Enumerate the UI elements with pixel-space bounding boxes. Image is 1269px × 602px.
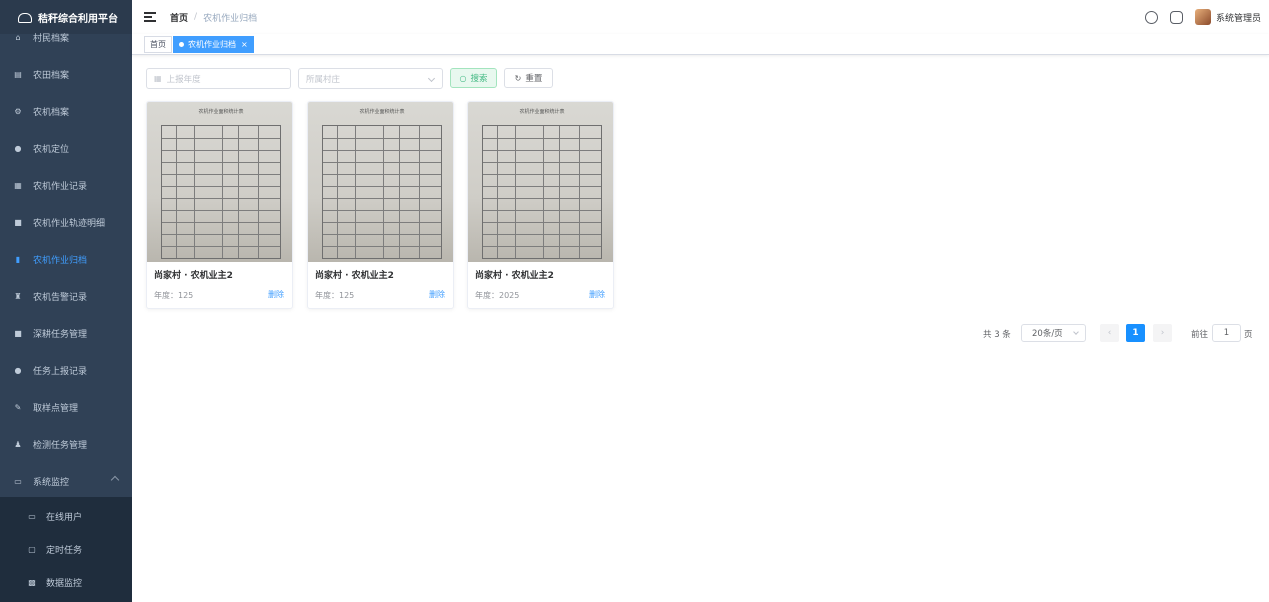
theme-icon[interactable]	[1144, 10, 1158, 24]
active-dot-icon	[179, 42, 184, 47]
username[interactable]: 系统管理员	[1216, 11, 1261, 24]
breadcrumb: 首页 / 农机作业归档	[170, 11, 257, 24]
avatar[interactable]	[1194, 9, 1211, 25]
sidebar-submenu: ▭ 在线用户 ▢ 定时任务 ▩ 数据监控	[0, 497, 132, 602]
page-number-current[interactable]: 1	[1126, 324, 1145, 342]
card-year: 年度：2025	[475, 291, 520, 300]
goto-label: 前往	[1191, 330, 1209, 340]
timer-icon: ▢	[28, 544, 36, 554]
card-title: 尚家村 · 农机业主2	[154, 271, 233, 281]
sidebar-item-villager[interactable]: ⌂ 村民档案	[0, 22, 132, 52]
breadcrumb-current: 农机作业归档	[203, 13, 258, 24]
search-icon: ○	[459, 73, 467, 83]
delete-link[interactable]: 删除	[429, 289, 445, 300]
chevron-up-icon	[110, 475, 120, 485]
archive-image[interactable]: 农机作业面积统计表	[147, 102, 292, 262]
report-icon: ●	[14, 365, 22, 375]
sidebar-item-farmland[interactable]: ▤ 农田档案	[0, 59, 132, 89]
sidebar-item-work-record[interactable]: ▦ 农机作业记录	[0, 170, 132, 200]
sidebar-item-sample[interactable]: ✎ 取样点管理	[0, 392, 132, 422]
delete-link[interactable]: 删除	[268, 289, 284, 300]
search-button[interactable]: ○ 搜索	[450, 68, 497, 88]
refresh-icon: ↻	[514, 73, 522, 83]
delete-link[interactable]: 删除	[589, 289, 605, 300]
top-navbar: 首页 / 农机作业归档 系统管理员	[132, 0, 1269, 34]
sidebar-item-alarm[interactable]: ♜ 农机告警记录	[0, 281, 132, 311]
sidebar-item-location[interactable]: ● 农机定位	[0, 133, 132, 163]
card-title: 尚家村 · 农机业主2	[475, 271, 554, 281]
fullscreen-icon[interactable]	[1169, 10, 1183, 24]
prev-page-button[interactable]: ‹	[1100, 324, 1119, 342]
hamburger-icon[interactable]	[144, 12, 156, 22]
next-page-button[interactable]: ›	[1153, 324, 1172, 342]
sidebar-item-detect[interactable]: ♟ 检测任务管理	[0, 429, 132, 459]
detect-icon: ♟	[14, 439, 22, 449]
sidebar-item-archive[interactable]: ▮ 农机作业归档	[0, 244, 132, 274]
sidebar: 秸秆综合利用平台 ⌂ 村民档案 ▤ 农田档案 ⚙ 农机档案 ● 农机定位 ▦ 农…	[0, 0, 132, 602]
sidebar-item-report[interactable]: ● 任务上报记录	[0, 355, 132, 385]
goto-page-input[interactable]: 1	[1212, 324, 1241, 342]
tags-view: 首页 农机作业归档 ×	[132, 34, 1269, 55]
alarm-icon: ♜	[14, 291, 22, 301]
archive-card[interactable]: 农机作业面积统计表 尚家村 · 农机业主2 年度：125 删除	[307, 101, 454, 309]
farm-icon: ▤	[14, 69, 22, 79]
archive-card[interactable]: 农机作业面积统计表 尚家村 · 农机业主2 年度：125 删除	[146, 101, 293, 309]
track-icon: ■	[14, 217, 22, 227]
tag-home[interactable]: 首页	[144, 36, 172, 53]
data-icon: ▩	[28, 577, 36, 587]
close-icon[interactable]: ×	[241, 40, 248, 49]
header-right: 系统管理员	[1144, 0, 1261, 34]
monitor-icon: ▭	[14, 476, 22, 486]
sidebar-item-machine[interactable]: ⚙ 农机档案	[0, 96, 132, 126]
location-icon: ●	[14, 143, 22, 153]
page-size-select[interactable]: 20条/页	[1021, 324, 1086, 342]
tag-current[interactable]: 农机作业归档 ×	[173, 36, 254, 53]
sidebar-item-deep-task[interactable]: ■ 深耕任务管理	[0, 318, 132, 348]
machine-icon: ⚙	[14, 106, 22, 116]
card-year: 年度：125	[154, 291, 194, 300]
village-select[interactable]: 所属村庄	[298, 68, 443, 89]
sidebar-subitem-timer[interactable]: ▢ 定时任务	[0, 534, 132, 564]
archive-icon: ▮	[15, 254, 21, 264]
record-icon: ▦	[14, 180, 22, 190]
calendar-icon: ▦	[154, 74, 162, 83]
page-unit-label: 页	[1244, 330, 1253, 340]
chevron-down-icon	[1073, 329, 1079, 335]
breadcrumb-home[interactable]: 首页	[170, 11, 188, 24]
breadcrumb-separator: /	[194, 12, 198, 22]
reset-button[interactable]: ↻ 重置	[504, 68, 553, 88]
chevron-down-icon	[427, 74, 436, 83]
sidebar-subitem-online[interactable]: ▭ 在线用户	[0, 501, 132, 531]
card-year: 年度：125	[315, 291, 355, 300]
online-icon: ▭	[28, 511, 36, 521]
card-title: 尚家村 · 农机业主2	[315, 271, 394, 281]
archive-card[interactable]: 农机作业面积统计表 尚家村 · 农机业主2 年度：2025 删除	[467, 101, 614, 309]
year-picker[interactable]: ▦ 上报年度	[146, 68, 291, 89]
chevron-right-icon: ›	[1160, 328, 1165, 338]
archive-image[interactable]: 农机作业面积统计表	[308, 102, 453, 262]
sidebar-subitem-data[interactable]: ▩ 数据监控	[0, 567, 132, 597]
chevron-left-icon: ‹	[1107, 328, 1112, 338]
sidebar-item-track[interactable]: ■ 农机作业轨迹明细	[0, 207, 132, 237]
sidebar-item-monitor[interactable]: ▭ 系统监控	[0, 466, 132, 496]
archive-image[interactable]: 农机作业面积统计表	[468, 102, 613, 262]
user-icon: ⌂	[15, 32, 21, 42]
task-icon: ■	[14, 328, 22, 338]
sample-icon: ✎	[14, 402, 22, 412]
pagination-total: 共 3 条	[983, 330, 1011, 340]
